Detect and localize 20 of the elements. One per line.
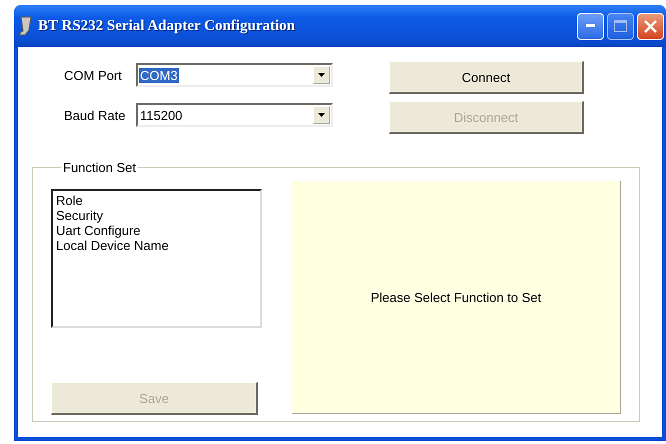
dropdown[interactable]: COM3 — [136, 63, 333, 87]
maximize-icon — [614, 20, 627, 32]
connect-button[interactable]: Connect — [389, 61, 584, 94]
panel-message: Please Select Function to Set — [370, 290, 542, 304]
field-label: COM Port — [64, 68, 123, 82]
close-button[interactable] — [637, 12, 664, 40]
function-list[interactable]: Role Security Uart Configure Local Device Name — [51, 189, 262, 328]
maximize-button[interactable] — [607, 12, 634, 40]
group-title: Function Set — [62, 160, 137, 175]
list-item[interactable]: Security — [56, 208, 257, 223]
minimize-button[interactable] — [577, 12, 604, 40]
dropdown[interactable]: 115200 — [136, 103, 333, 127]
list-item[interactable]: Role — [56, 193, 257, 208]
window-title: BT RS232 Serial Adapter Configuration — [38, 18, 296, 34]
serial-plug-icon — [18, 16, 32, 36]
close-icon — [644, 20, 657, 32]
list-item[interactable]: Local Device Name — [56, 238, 257, 253]
field-label: Baud Rate — [64, 108, 126, 122]
list-item[interactable]: Uart Configure — [56, 223, 257, 238]
minimize-icon — [586, 24, 595, 28]
